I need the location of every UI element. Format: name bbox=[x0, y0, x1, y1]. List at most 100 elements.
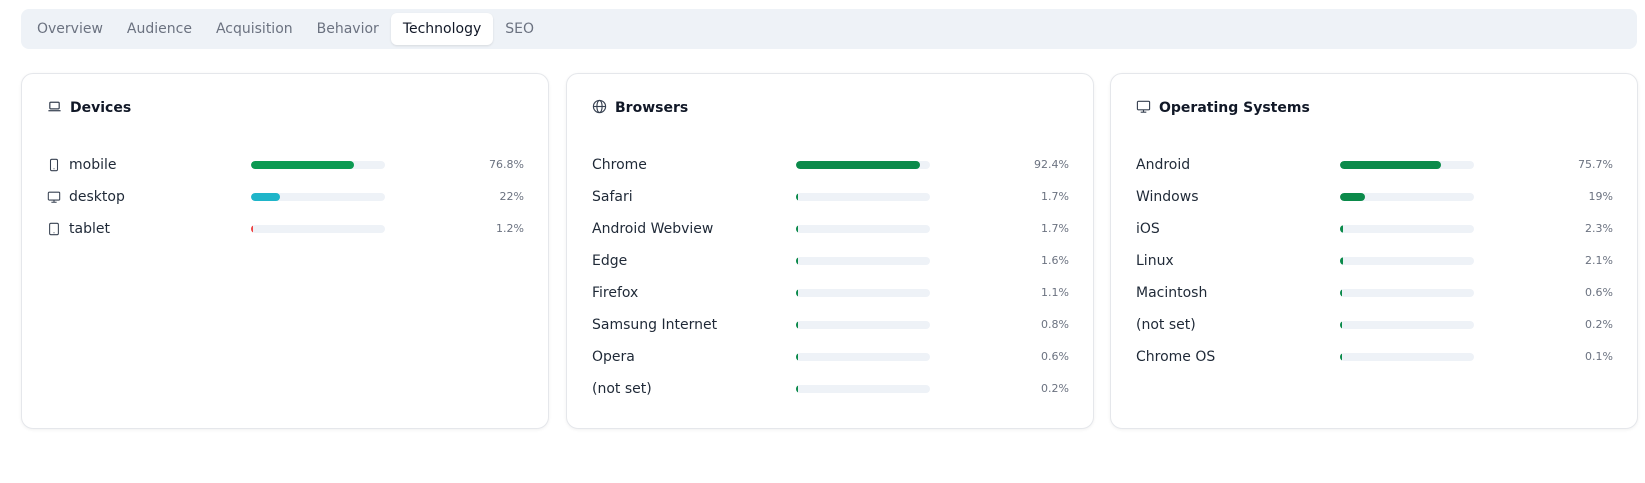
progress-bar bbox=[1340, 257, 1474, 265]
smartphone-icon bbox=[47, 158, 61, 172]
percentage-value: 0.6% bbox=[1585, 286, 1613, 299]
progress-bar bbox=[1340, 289, 1474, 297]
list-item: Windows 19% bbox=[1136, 181, 1613, 213]
tab-overview[interactable]: Overview bbox=[25, 13, 115, 45]
tab-bar: Overview Audience Acquisition Behavior T… bbox=[21, 9, 1637, 49]
progress-fill bbox=[1340, 353, 1342, 361]
percentage-value: 2.1% bbox=[1585, 254, 1613, 267]
progress-bar bbox=[796, 257, 930, 265]
percentage-value: 0.1% bbox=[1585, 350, 1613, 363]
percentage-value: 0.8% bbox=[1041, 318, 1069, 331]
list-item: Opera 0.6% bbox=[592, 341, 1069, 373]
progress-bar bbox=[1340, 321, 1474, 329]
list-item: Safari 1.7% bbox=[592, 181, 1069, 213]
percentage-value: 0.2% bbox=[1041, 382, 1069, 395]
devices-list: mobile 76.8% desktop 22% tablet 1.2% bbox=[47, 149, 524, 245]
progress-bar bbox=[796, 385, 930, 393]
progress-bar bbox=[251, 193, 385, 201]
devices-card-header: Devices bbox=[47, 98, 131, 118]
progress-bar bbox=[1340, 353, 1474, 361]
operating-systems-card: Operating Systems Android 75.7% Windows … bbox=[1110, 73, 1638, 429]
progress-fill bbox=[1340, 161, 1442, 169]
browser-label: Chrome bbox=[592, 157, 647, 173]
laptop-icon bbox=[47, 99, 62, 118]
progress-bar bbox=[1340, 193, 1474, 201]
os-label: (not set) bbox=[1136, 317, 1196, 333]
percentage-value: 0.6% bbox=[1041, 350, 1069, 363]
list-item: Linux 2.1% bbox=[1136, 245, 1613, 277]
browser-label: Edge bbox=[592, 253, 628, 269]
list-item: Android Webview 1.7% bbox=[592, 213, 1069, 245]
percentage-value: 22% bbox=[499, 190, 524, 203]
percentage-value: 19% bbox=[1588, 190, 1613, 203]
os-title: Operating Systems bbox=[1159, 100, 1310, 116]
progress-fill bbox=[796, 385, 798, 393]
progress-fill bbox=[1340, 225, 1344, 233]
list-item: (not set) 0.2% bbox=[1136, 309, 1613, 341]
tab-behavior[interactable]: Behavior bbox=[305, 13, 391, 45]
progress-bar bbox=[796, 193, 930, 201]
progress-bar bbox=[796, 321, 930, 329]
list-item: Macintosh 0.6% bbox=[1136, 277, 1613, 309]
percentage-value: 75.7% bbox=[1578, 158, 1613, 171]
devices-title: Devices bbox=[70, 100, 132, 116]
progress-fill bbox=[796, 321, 798, 329]
list-item: Edge 1.6% bbox=[592, 245, 1069, 277]
tab-audience[interactable]: Audience bbox=[115, 13, 204, 45]
percentage-value: 1.6% bbox=[1041, 254, 1069, 267]
percentage-value: 1.7% bbox=[1041, 190, 1069, 203]
browsers-list: Chrome 92.4% Safari 1.7% Android Webview… bbox=[592, 149, 1069, 405]
monitor-icon bbox=[1136, 99, 1151, 118]
progress-bar bbox=[796, 161, 930, 169]
browser-label: Samsung Internet bbox=[592, 317, 718, 333]
tab-technology[interactable]: Technology bbox=[390, 13, 494, 45]
progress-fill bbox=[1340, 289, 1342, 297]
progress-fill bbox=[796, 161, 920, 169]
os-label: Chrome OS bbox=[1136, 349, 1216, 365]
percentage-value: 92.4% bbox=[1034, 158, 1069, 171]
list-item: Chrome OS 0.1% bbox=[1136, 341, 1613, 373]
browser-label: (not set) bbox=[592, 381, 652, 397]
progress-bar bbox=[1340, 161, 1474, 169]
progress-fill bbox=[796, 193, 799, 201]
tablet-icon bbox=[47, 222, 61, 236]
progress-fill bbox=[1340, 193, 1366, 201]
progress-fill bbox=[1340, 321, 1342, 329]
list-item: Android 75.7% bbox=[1136, 149, 1613, 181]
list-item: mobile 76.8% bbox=[47, 149, 524, 181]
progress-bar bbox=[251, 225, 385, 233]
list-item: Firefox 1.1% bbox=[592, 277, 1069, 309]
percentage-value: 1.7% bbox=[1041, 222, 1069, 235]
monitor-icon bbox=[47, 190, 61, 204]
progress-bar bbox=[796, 225, 930, 233]
list-item: Samsung Internet 0.8% bbox=[592, 309, 1069, 341]
globe-icon bbox=[592, 99, 607, 118]
device-label: mobile bbox=[69, 157, 117, 173]
devices-card: Devices mobile 76.8% desktop 22% tablet … bbox=[21, 73, 549, 429]
list-item: iOS 2.3% bbox=[1136, 213, 1613, 245]
os-list: Android 75.7% Windows 19% iOS 2.3% Linux… bbox=[1136, 149, 1613, 373]
percentage-value: 2.3% bbox=[1585, 222, 1613, 235]
progress-bar bbox=[1340, 225, 1474, 233]
progress-bar bbox=[251, 161, 385, 169]
progress-fill bbox=[796, 225, 799, 233]
percentage-value: 1.1% bbox=[1041, 286, 1069, 299]
os-label: Windows bbox=[1136, 189, 1199, 205]
progress-fill bbox=[796, 289, 798, 297]
browser-label: Android Webview bbox=[592, 221, 714, 237]
browsers-card-header: Browsers bbox=[592, 98, 688, 118]
browser-label: Opera bbox=[592, 349, 635, 365]
tab-acquisition[interactable]: Acquisition bbox=[204, 13, 305, 45]
progress-fill bbox=[796, 257, 799, 265]
tab-seo[interactable]: SEO bbox=[493, 13, 546, 45]
progress-bar bbox=[796, 289, 930, 297]
os-label: Macintosh bbox=[1136, 285, 1208, 301]
percentage-value: 1.2% bbox=[496, 222, 524, 235]
progress-fill bbox=[251, 193, 281, 201]
progress-fill bbox=[1340, 257, 1343, 265]
progress-fill bbox=[796, 353, 798, 361]
percentage-value: 76.8% bbox=[489, 158, 524, 171]
device-label: tablet bbox=[69, 221, 110, 237]
browser-label: Firefox bbox=[592, 285, 639, 301]
list-item: (not set) 0.2% bbox=[592, 373, 1069, 405]
